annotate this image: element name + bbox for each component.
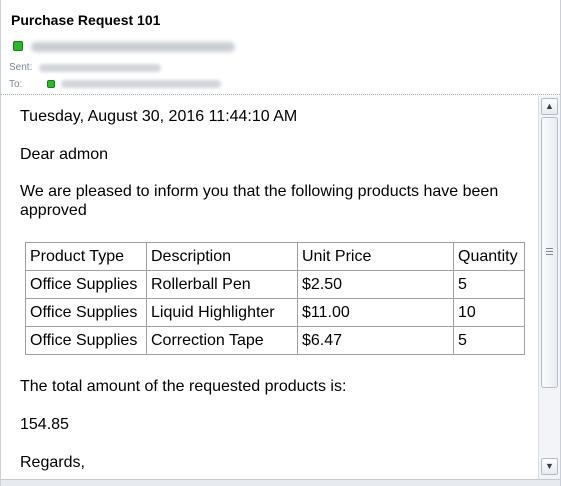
message-body[interactable]: Tuesday, August 30, 2016 11:44:10 AM Dea… [1,96,538,479]
cell-description: Correction Tape [146,326,298,355]
header-quantity: Quantity [453,242,525,271]
scroll-up-icon[interactable]: ▲ [541,98,558,115]
cell-product-type: Office Supplies [25,270,147,299]
scroll-down-icon[interactable]: ▼ [541,458,558,475]
message-subject: Purchase Request 101 [11,12,161,28]
message-header: Purchase Request 101 Sent: To: [1,0,560,96]
to-label: To: [9,79,23,90]
scroll-thumb[interactable] [541,117,558,388]
cell-unit-price: $2.50 [297,270,454,299]
body-date: Tuesday, August 30, 2016 11:44:10 AM [20,108,298,125]
message-window: Purchase Request 101 Sent: To: Tuesday, … [0,0,561,486]
table-row: Office Supplies Rollerball Pen $2.50 5 [25,270,525,299]
cell-description: Rollerball Pen [146,270,298,299]
table-header-row: Product Type Description Unit Price Quan… [25,242,525,271]
recipient-address-redacted [61,80,221,88]
body-intro: We are pleased to inform you that the fo… [20,183,499,219]
cell-quantity: 10 [453,298,525,327]
cell-product-type: Office Supplies [25,326,147,355]
cell-quantity: 5 [453,326,525,355]
table-row: Office Supplies Liquid Highlighter $11.0… [25,298,525,327]
products-table: Product Type Description Unit Price Quan… [25,242,525,355]
sender-address-redacted [31,42,235,52]
vertical-scrollbar[interactable]: ▲ ▼ [538,96,560,479]
cell-quantity: 5 [453,270,525,299]
bottom-border [1,479,560,486]
body-total-label: The total amount of the requested produc… [20,378,347,395]
body-greeting: Dear admon [20,146,109,163]
cell-unit-price: $11.00 [297,298,454,327]
header-product-type: Product Type [25,242,147,271]
header-divider [1,94,560,95]
sender-presence-icon [13,41,23,51]
cell-product-type: Office Supplies [25,298,147,327]
sent-date-redacted [39,64,161,72]
header-unit-price: Unit Price [297,242,454,271]
sent-label: Sent: [9,62,33,73]
recipient-presence-icon [47,80,55,88]
body-total-value: 154.85 [20,416,69,433]
grip-icon [546,248,553,255]
cell-description: Liquid Highlighter [146,298,298,327]
body-closing: Regards, [20,454,85,471]
table-row: Office Supplies Correction Tape $6.47 5 [25,326,525,355]
cell-unit-price: $6.47 [297,326,454,355]
header-description: Description [146,242,298,271]
